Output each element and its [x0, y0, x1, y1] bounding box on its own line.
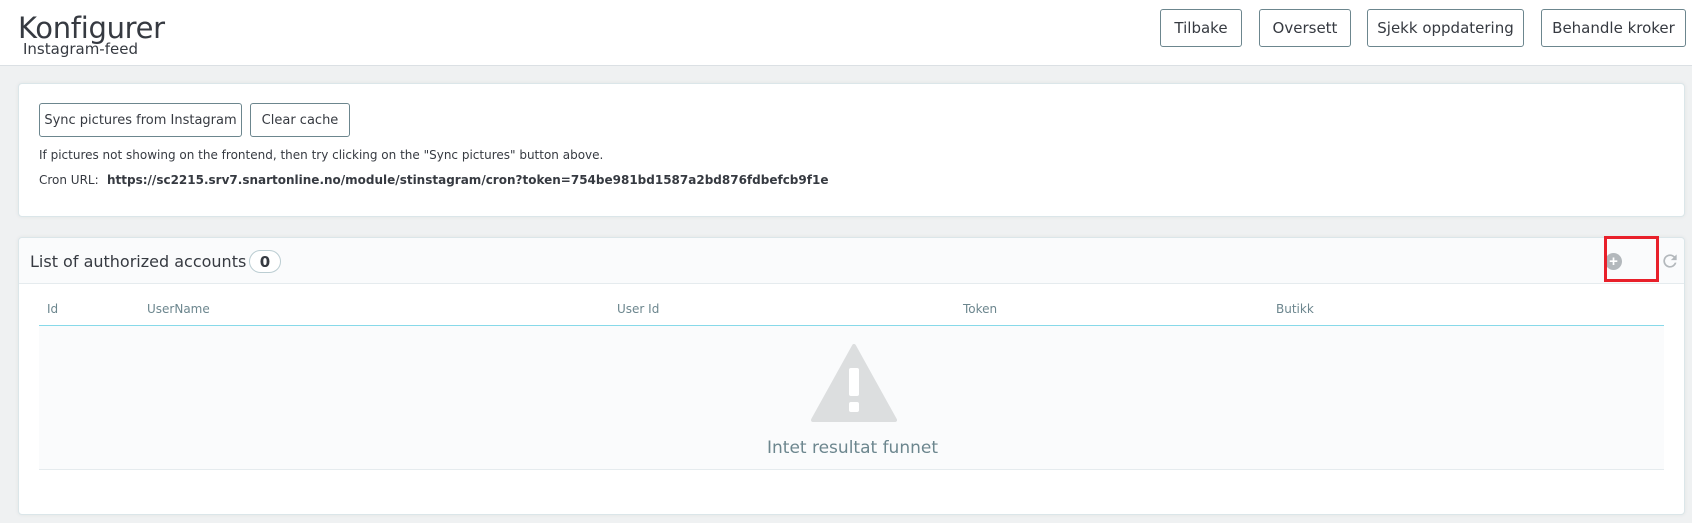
sync-pictures-button[interactable]: Sync pictures from Instagram [39, 103, 242, 137]
empty-results-message: Intet resultat funnet [767, 438, 938, 458]
column-header-id[interactable]: Id [47, 302, 58, 316]
back-button[interactable]: Tilbake [1160, 9, 1242, 47]
translate-button[interactable]: Oversett [1259, 9, 1351, 47]
column-header-username[interactable]: UserName [147, 302, 210, 316]
accounts-list-title: List of authorized accounts [30, 252, 247, 271]
page-header: Konfigurer Instagram-feed Tilbake Overse… [0, 0, 1692, 66]
accounts-count-badge: 0 [249, 250, 281, 273]
manage-hooks-button[interactable]: Behandle kroker [1541, 9, 1686, 47]
add-circle-icon[interactable]: + [1605, 253, 1622, 270]
warning-icon [811, 344, 897, 422]
column-header-user-id[interactable]: User Id [617, 302, 659, 316]
sync-panel: Sync pictures from Instagram Clear cache… [18, 83, 1685, 217]
clear-cache-button[interactable]: Clear cache [250, 103, 350, 137]
check-update-button[interactable]: Sjekk oppdatering [1367, 9, 1524, 47]
page-subtitle: Instagram-feed [23, 40, 138, 58]
column-header-shop[interactable]: Butikk [1276, 302, 1314, 316]
refresh-icon[interactable] [1660, 251, 1680, 271]
sync-help-text: If pictures not showing on the frontend,… [39, 148, 604, 162]
cron-url-label: Cron URL: [39, 173, 99, 187]
cron-url-value: https://sc2215.srv7.snartonline.no/modul… [107, 173, 829, 187]
table-bottom-divider [39, 469, 1664, 470]
column-header-token[interactable]: Token [963, 302, 997, 316]
authorized-accounts-panel: List of authorized accounts 0 + Id UserN… [18, 236, 1685, 515]
panel-heading: List of authorized accounts 0 + [19, 236, 1684, 284]
